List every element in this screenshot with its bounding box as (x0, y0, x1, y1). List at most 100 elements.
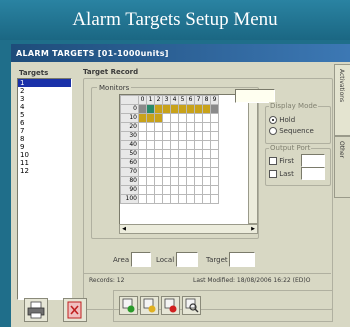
grid-cell[interactable] (138, 140, 147, 150)
grid-cell[interactable] (138, 149, 147, 159)
grid-cell[interactable] (202, 149, 211, 159)
grid-cell[interactable] (178, 149, 187, 159)
add-record-button[interactable] (119, 296, 138, 315)
grid-cell[interactable] (178, 176, 187, 186)
grid-cell[interactable] (194, 176, 203, 186)
grid-cell[interactable] (194, 194, 203, 204)
grid-cell[interactable] (146, 167, 155, 177)
hold-radio[interactable]: Hold (269, 116, 295, 124)
grid-cell[interactable] (170, 194, 179, 204)
grid-cell[interactable] (178, 122, 187, 132)
grid-cell[interactable] (138, 104, 147, 114)
grid-cell[interactable] (210, 149, 219, 159)
grid-cell[interactable] (210, 113, 219, 123)
grid-cell[interactable] (170, 113, 179, 123)
grid-cell[interactable] (146, 122, 155, 132)
first-checkbox[interactable]: First (269, 157, 294, 165)
edit-record-button[interactable] (140, 296, 159, 315)
grid-cell[interactable] (178, 158, 187, 168)
first-port-input[interactable] (301, 154, 325, 167)
targets-list-item[interactable]: 9 (18, 143, 71, 151)
grid-cell[interactable] (210, 104, 219, 114)
grid-cell[interactable] (186, 113, 195, 123)
grid-cell[interactable] (154, 149, 163, 159)
targets-list-item[interactable]: 5 (18, 111, 71, 119)
targets-list-item[interactable]: 2 (18, 87, 71, 95)
grid-cell[interactable] (170, 167, 179, 177)
grid-cell[interactable] (162, 149, 171, 159)
grid-cell[interactable] (186, 185, 195, 195)
targets-list-item[interactable]: 1 (18, 79, 71, 87)
grid-cell[interactable] (138, 113, 147, 123)
grid-cell[interactable] (186, 194, 195, 204)
grid-cell[interactable] (210, 122, 219, 132)
delete-record-button[interactable] (161, 296, 180, 315)
grid-cell[interactable] (138, 194, 147, 204)
grid-cell[interactable] (162, 122, 171, 132)
grid-cell[interactable] (162, 113, 171, 123)
grid-cell[interactable] (210, 158, 219, 168)
grid-cell[interactable] (194, 104, 203, 114)
grid-cell[interactable] (202, 122, 211, 132)
grid-cell[interactable] (146, 140, 155, 150)
monitors-grid[interactable]: 0 1 2 3 4 5 6 7 8 9 0 10 20 30 40 50 60 70 80 90 100 (119, 94, 249, 234)
grid-cell[interactable] (162, 185, 171, 195)
last-port-input[interactable] (301, 167, 325, 180)
targets-list[interactable]: 1 2 3 4 5 6 7 8 9 10 11 12 (17, 78, 72, 300)
grid-cell[interactable] (202, 167, 211, 177)
last-checkbox[interactable]: Last (269, 170, 294, 178)
grid-cell[interactable] (170, 104, 179, 114)
grid-cell[interactable] (146, 149, 155, 159)
grid-cell[interactable] (138, 158, 147, 168)
grid-cell[interactable] (138, 185, 147, 195)
grid-cell[interactable] (162, 131, 171, 141)
grid-cell[interactable] (170, 176, 179, 186)
tab-other[interactable]: Other (334, 136, 350, 198)
grid-cell[interactable] (170, 149, 179, 159)
targets-list-item[interactable]: 7 (18, 127, 71, 135)
targets-list-item[interactable]: 8 (18, 135, 71, 143)
grid-cell[interactable] (162, 140, 171, 150)
grid-cell[interactable] (154, 167, 163, 177)
grid-cell[interactable] (210, 167, 219, 177)
grid-cell[interactable] (170, 122, 179, 132)
grid-cell[interactable] (194, 140, 203, 150)
target-input[interactable] (229, 252, 255, 267)
grid-cell[interactable] (162, 104, 171, 114)
grid-cell[interactable] (186, 140, 195, 150)
grid-vscrollbar[interactable]: ▲ (248, 94, 258, 224)
grid-cell[interactable] (138, 167, 147, 177)
grid-cell[interactable] (154, 140, 163, 150)
grid-cell[interactable] (170, 131, 179, 141)
targets-list-item[interactable]: 11 (18, 159, 71, 167)
grid-cell[interactable] (170, 158, 179, 168)
grid-cell[interactable] (146, 158, 155, 168)
grid-cell[interactable] (154, 194, 163, 204)
grid-cell[interactable] (138, 131, 147, 141)
grid-cell[interactable] (162, 176, 171, 186)
area-input[interactable] (131, 252, 151, 267)
grid-cell[interactable] (138, 122, 147, 132)
grid-cell[interactable] (186, 158, 195, 168)
grid-cell[interactable] (194, 185, 203, 195)
print-button[interactable] (24, 298, 48, 322)
grid-cell[interactable] (162, 167, 171, 177)
grid-cell[interactable] (146, 185, 155, 195)
grid-cell[interactable] (210, 140, 219, 150)
grid-cell[interactable] (170, 185, 179, 195)
targets-list-item[interactable]: 12 (18, 167, 71, 175)
grid-cell[interactable] (146, 194, 155, 204)
grid-cell[interactable] (202, 104, 211, 114)
targets-list-item[interactable]: 10 (18, 151, 71, 159)
grid-cell[interactable] (154, 131, 163, 141)
scroll-right-icon[interactable]: ▶ (249, 225, 257, 233)
grid-cell[interactable] (202, 194, 211, 204)
grid-cell[interactable] (154, 104, 163, 114)
grid-cell[interactable] (178, 104, 187, 114)
grid-cell[interactable] (194, 122, 203, 132)
grid-cell[interactable] (210, 194, 219, 204)
exit-button[interactable] (63, 298, 87, 322)
grid-cell[interactable] (146, 104, 155, 114)
grid-cell[interactable] (186, 131, 195, 141)
targets-list-item[interactable]: 3 (18, 95, 71, 103)
